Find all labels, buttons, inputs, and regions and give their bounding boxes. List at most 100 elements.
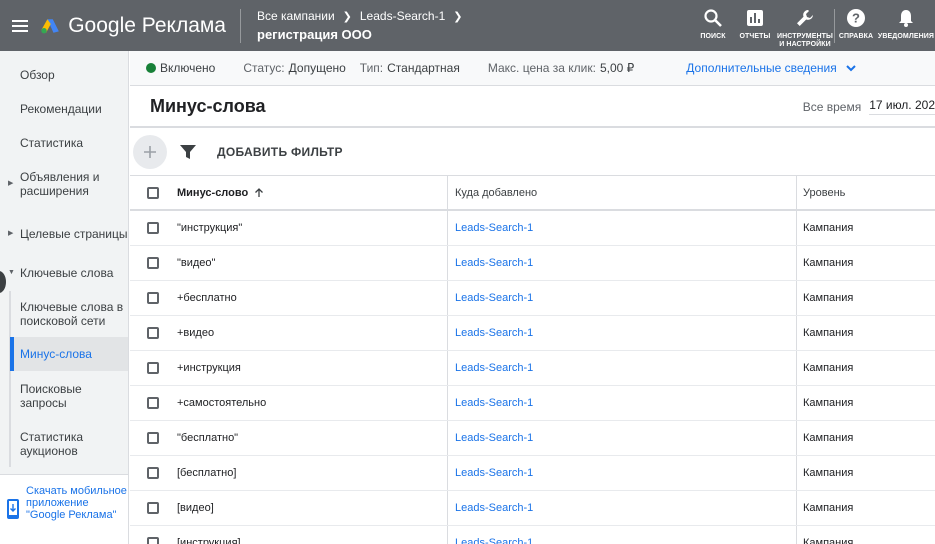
- level-cell: Кампания: [796, 246, 853, 280]
- add-negative-keyword-button[interactable]: [133, 134, 167, 169]
- campaign-link[interactable]: Leads-Search-1: [455, 467, 533, 479]
- google-ads-logo[interactable]: Google Реклама: [40, 14, 226, 38]
- svg-text:?: ?: [852, 11, 860, 26]
- search-button[interactable]: ПОИСК: [692, 0, 734, 51]
- table-row: +видео Leads-Search-1 Кампания: [130, 316, 935, 351]
- table-row: [видео] Leads-Search-1 Кампания: [130, 491, 935, 526]
- mobile-app-link[interactable]: Скачать мобильное приложение "Google Рек…: [0, 474, 128, 544]
- sidebar-item-ads-extensions[interactable]: ▶ Объявления и расширения: [0, 161, 128, 207]
- row-checkbox[interactable]: [147, 467, 159, 479]
- campaign-link[interactable]: Leads-Search-1: [455, 257, 533, 269]
- help-button[interactable]: ? СПРАВКА: [835, 0, 877, 51]
- added-to-cell: Leads-Search-1: [447, 246, 533, 280]
- added-to-cell: Leads-Search-1: [447, 316, 533, 350]
- row-checkbox[interactable]: [147, 327, 159, 339]
- chevron-right-icon: ❯: [453, 10, 463, 23]
- sidebar-item-keywords[interactable]: ▼ Ключевые слова: [0, 257, 128, 289]
- row-checkbox[interactable]: [147, 502, 159, 514]
- sidebar-item-label: Обзор: [20, 68, 55, 82]
- page-title: Минус-слова: [150, 95, 266, 116]
- column-header-label: Минус-слово: [177, 186, 249, 199]
- campaign-link[interactable]: Leads-Search-1: [455, 397, 533, 409]
- table-row: [инструкция] Leads-Search-1 Кампания: [130, 526, 935, 544]
- bell-icon: [899, 10, 913, 27]
- sidebar-item-label: Ключевые слова: [20, 266, 114, 280]
- sidebar-item-overview[interactable]: Обзор: [0, 59, 128, 91]
- negative-keyword-cell: [бесплатно]: [177, 467, 236, 479]
- tools-settings-button[interactable]: ИНСТРУМЕНТЫ И НАСТРОЙКИ: [776, 0, 834, 51]
- added-to-cell: Leads-Search-1: [447, 491, 533, 525]
- reports-button[interactable]: ОТЧЕТЫ: [734, 0, 776, 51]
- sidebar-item-label: Ключевые слова в поисковой сети: [20, 300, 124, 328]
- campaign-link[interactable]: Leads-Search-1: [455, 327, 533, 339]
- filter-bar: ДОБАВИТЬ ФИЛЬТР: [130, 128, 935, 176]
- hamburger-menu-button[interactable]: [0, 0, 40, 51]
- level-cell: Кампания: [796, 456, 853, 490]
- notifications-button[interactable]: УВЕДОМЛЕНИЯ: [877, 0, 935, 51]
- campaign-link[interactable]: Leads-Search-1: [455, 432, 533, 444]
- negative-keyword-text: +видео: [177, 327, 215, 339]
- negative-keyword-text: +инструкция: [177, 362, 241, 374]
- sidebar-item-recommendations[interactable]: Рекомендации: [0, 93, 128, 125]
- plus-icon: [144, 145, 156, 158]
- row-checkbox[interactable]: [147, 257, 159, 269]
- help-icon: ?: [847, 9, 865, 27]
- row-checkbox[interactable]: [147, 292, 159, 304]
- table-row: [бесплатно] Leads-Search-1 Кампания: [130, 456, 935, 491]
- campaign-link[interactable]: Leads-Search-1: [455, 502, 533, 514]
- level-text: Кампания: [803, 362, 854, 374]
- more-info-link[interactable]: Дополнительные сведения: [686, 61, 856, 75]
- table-row: +бесплатно Leads-Search-1 Кампания: [130, 281, 935, 316]
- sidebar-item-landing-pages[interactable]: ▶ Целевые страницы: [0, 211, 128, 257]
- status-enabled[interactable]: Включено: [160, 61, 215, 75]
- account-title[interactable]: регистрация ООО: [257, 27, 470, 42]
- sidebar-item-search-terms[interactable]: Поисковые запросы: [0, 373, 128, 419]
- add-filter-button[interactable]: ДОБАВИТЬ ФИЛЬТР: [217, 145, 343, 159]
- negative-keyword-text: "видео": [177, 257, 216, 269]
- sidebar-item-statistics[interactable]: Статистика: [0, 127, 128, 159]
- help-button-label: СПРАВКА: [838, 33, 874, 40]
- column-header-negative-keyword[interactable]: Минус-слово: [177, 187, 264, 199]
- mobile-app-text: Скачать мобильное приложение "Google Рек…: [26, 485, 127, 521]
- column-header-level[interactable]: Уровень: [796, 176, 845, 209]
- sidebar-item-label: Минус-слова: [20, 347, 92, 361]
- row-checkbox[interactable]: [147, 222, 159, 234]
- chevron-right-icon: ❯: [342, 10, 352, 23]
- level-cell: Кампания: [796, 211, 853, 245]
- level-text: Кампания: [803, 257, 854, 269]
- negative-keyword-cell: "инструкция": [177, 222, 242, 234]
- added-to-cell: Leads-Search-1: [447, 211, 533, 245]
- row-checkbox[interactable]: [147, 537, 159, 544]
- filter-icon[interactable]: [179, 143, 197, 161]
- date-range-picker[interactable]: Все время 17 июл. 202: [803, 98, 935, 115]
- level-cell: Кампания: [796, 386, 853, 420]
- added-to-cell: Leads-Search-1: [447, 386, 533, 420]
- row-checkbox[interactable]: [147, 397, 159, 409]
- campaign-link[interactable]: Leads-Search-1: [455, 362, 533, 374]
- chevron-down-icon: [846, 65, 856, 72]
- negative-keyword-cell: [инструкция]: [177, 537, 241, 544]
- row-checkbox[interactable]: [147, 362, 159, 374]
- sidebar-item-search-keywords[interactable]: Ключевые слова в поисковой сети: [0, 291, 128, 337]
- sidebar-item-negative-keywords[interactable]: Минус-слова: [10, 337, 128, 371]
- level-text: Кампания: [803, 432, 854, 444]
- campaign-link[interactable]: Leads-Search-1: [455, 537, 533, 544]
- sidebar-item-auction-insights[interactable]: Статистика аукционов: [0, 421, 128, 467]
- column-header-added-to[interactable]: Куда добавлено: [447, 176, 537, 209]
- reports-button-label: ОТЧЕТЫ: [739, 33, 771, 40]
- caret-down-icon: ▼: [8, 269, 15, 276]
- select-all-checkbox[interactable]: [147, 186, 159, 199]
- campaign-link[interactable]: Leads-Search-1: [455, 222, 533, 234]
- level-text: Кампания: [803, 222, 854, 234]
- notifications-button-label: УВЕДОМЛЕНИЯ: [877, 33, 935, 40]
- breadcrumb-all-campaigns[interactable]: Все кампании: [257, 9, 335, 23]
- negative-keyword-cell: +бесплатно: [177, 292, 237, 304]
- search-button-label: ПОИСК: [700, 33, 726, 40]
- breadcrumb-campaign[interactable]: Leads-Search-1: [360, 9, 445, 23]
- page-header: Минус-слова Все время 17 июл. 202: [130, 86, 935, 128]
- type-label: Тип:: [359, 61, 384, 75]
- added-to-cell: Leads-Search-1: [447, 421, 533, 455]
- row-checkbox[interactable]: [147, 432, 159, 444]
- campaign-link[interactable]: Leads-Search-1: [455, 292, 533, 304]
- level-cell: Кампания: [796, 316, 853, 350]
